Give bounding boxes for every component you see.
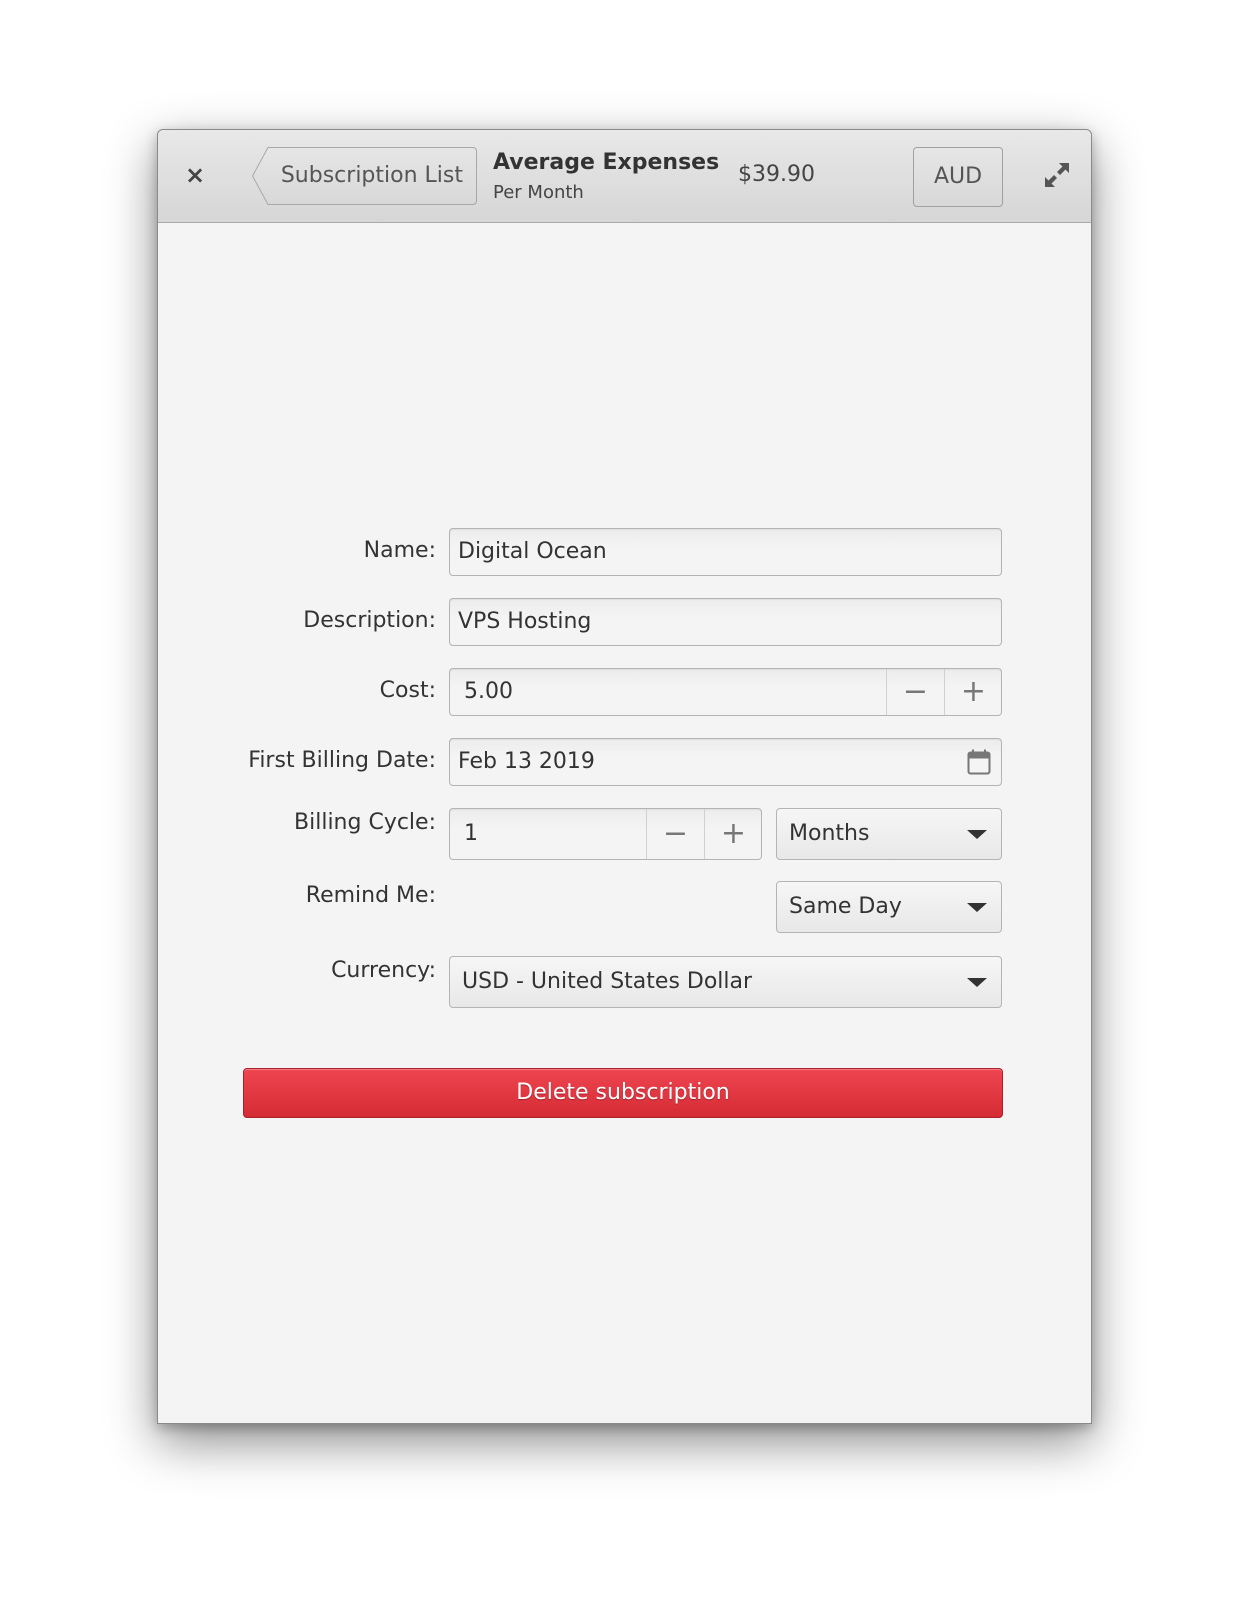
close-icon: × xyxy=(184,161,206,189)
dropdown-arrow-icon xyxy=(967,978,987,987)
minus-icon: − xyxy=(902,674,929,709)
dropdown-arrow-icon xyxy=(967,830,987,839)
back-button[interactable]: Subscription List xyxy=(248,147,477,205)
description-value: VPS Hosting xyxy=(458,609,592,634)
billing-cycle-stepper[interactable]: 1 − + xyxy=(449,808,762,860)
currency-dropdown[interactable]: USD - United States Dollar xyxy=(449,956,1002,1008)
first-billing-date-value: Feb 13 2019 xyxy=(458,749,595,774)
first-billing-date-label: First Billing Date: xyxy=(248,748,436,773)
dropdown-arrow-icon xyxy=(967,903,987,912)
remind-me-value: Same Day xyxy=(789,894,902,919)
currency-value: USD - United States Dollar xyxy=(462,969,753,994)
cost-value: 5.00 xyxy=(464,679,513,704)
currency-label: Currency: xyxy=(331,958,436,983)
average-amount: $39.90 xyxy=(738,162,815,187)
remind-me-label: Remind Me: xyxy=(305,883,436,908)
header-bar: × Subscription List Average Expenses Per… xyxy=(158,130,1091,223)
billing-cycle-unit-value: Months xyxy=(789,821,870,846)
expand-icon xyxy=(1045,163,1069,187)
plus-icon: + xyxy=(960,674,987,709)
cost-increment-button[interactable]: + xyxy=(945,669,1002,715)
page-subtitle: Per Month xyxy=(493,182,584,203)
close-button[interactable]: × xyxy=(182,162,208,188)
name-label: Name: xyxy=(363,538,436,563)
delete-subscription-button[interactable]: Delete subscription xyxy=(243,1068,1003,1118)
cost-label: Cost: xyxy=(379,678,436,703)
billing-cycle-value: 1 xyxy=(464,821,478,846)
calendar-icon[interactable] xyxy=(967,749,991,775)
first-billing-date-field[interactable]: Feb 13 2019 xyxy=(449,738,1002,786)
billing-cycle-decrement-button[interactable]: − xyxy=(647,809,704,859)
page-title: Average Expenses xyxy=(493,150,720,175)
back-button-label: Subscription List xyxy=(280,163,463,188)
description-label: Description: xyxy=(303,608,436,633)
maximize-button[interactable] xyxy=(1042,160,1072,190)
name-field[interactable]: Digital Ocean xyxy=(449,528,1002,576)
billing-cycle-unit-dropdown[interactable]: Months xyxy=(776,808,1002,860)
minus-icon: − xyxy=(662,816,689,851)
remind-me-dropdown[interactable]: Same Day xyxy=(776,881,1002,933)
description-field[interactable]: VPS Hosting xyxy=(449,598,1002,646)
app-window: × Subscription List Average Expenses Per… xyxy=(157,129,1092,1424)
billing-cycle-label: Billing Cycle: xyxy=(294,810,436,835)
cost-stepper[interactable]: 5.00 − + xyxy=(449,668,1002,716)
currency-button[interactable]: AUD xyxy=(913,147,1003,207)
name-value: Digital Ocean xyxy=(458,539,607,564)
plus-icon: + xyxy=(720,816,747,851)
billing-cycle-increment-button[interactable]: + xyxy=(705,809,762,859)
cost-decrement-button[interactable]: − xyxy=(887,669,944,715)
